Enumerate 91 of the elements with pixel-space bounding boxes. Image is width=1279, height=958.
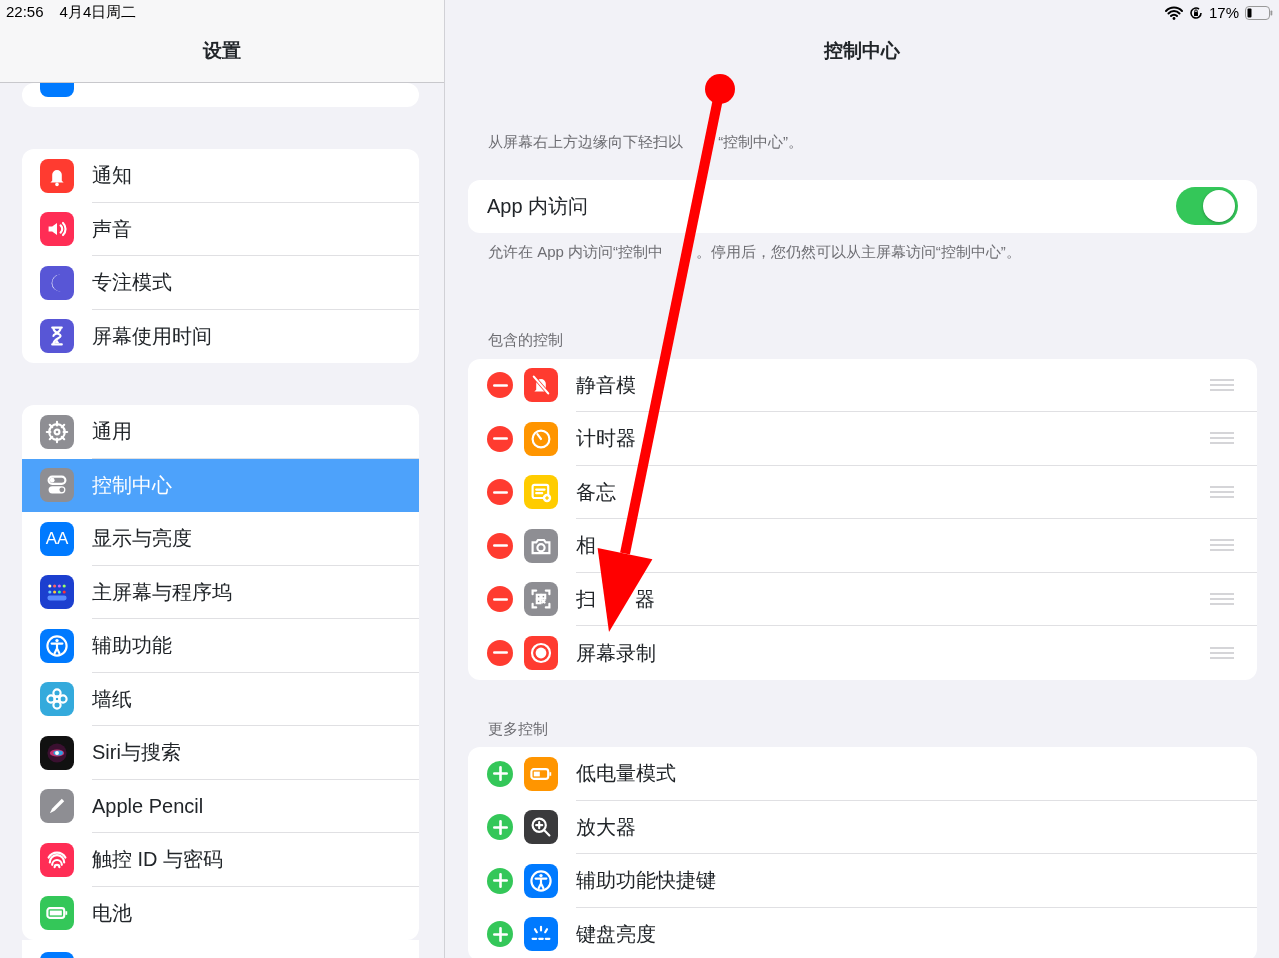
battery-icon — [1245, 6, 1273, 21]
minus-icon — [492, 651, 508, 655]
add-button[interactable] — [487, 867, 513, 894]
remove-button[interactable] — [487, 639, 513, 666]
sidebar-item[interactable]: 电池 — [22, 886, 419, 940]
sidebar-item[interactable]: 触控 ID 与密码 — [22, 833, 419, 887]
setting-label: App 内访问 — [487, 194, 589, 219]
drag-handle[interactable] — [1209, 646, 1235, 659]
control-label: 键盘亮度 — [576, 922, 656, 948]
page-title: 控制中心 — [822, 40, 901, 63]
moon-icon — [40, 265, 74, 300]
sidebar-item[interactable]: 专注模式 — [22, 256, 419, 310]
section-header: 包含的控制 — [487, 330, 564, 350]
drag-handle[interactable] — [1209, 539, 1235, 552]
accessibility-icon — [40, 628, 74, 663]
minus-icon — [492, 437, 508, 441]
sidebar-title: 设置 — [201, 40, 242, 63]
control-label: 备忘 — [576, 479, 616, 505]
qr-code-icon — [524, 582, 558, 617]
footnote-text: 允许在 App 内访问“控制中 — [488, 242, 664, 260]
settings-icon — [40, 414, 74, 449]
minus-icon — [492, 597, 508, 601]
status-date: 4月4日周二 — [59, 2, 137, 22]
sidebar-item[interactable]: 通知 — [22, 149, 419, 203]
display-icon: AA — [40, 521, 74, 556]
battery-icon — [40, 896, 74, 931]
minus-icon — [492, 544, 508, 548]
speaker-icon — [40, 212, 74, 247]
accessibility-icon — [524, 863, 558, 898]
sidebar-item[interactable]: Siri与搜索 — [22, 726, 419, 780]
control-label: 屏幕录制 — [576, 640, 656, 666]
drag-handle[interactable] — [1209, 592, 1235, 605]
status-time: 22:56 — [6, 2, 44, 22]
app-grid-icon — [40, 575, 74, 610]
plus-icon — [492, 819, 508, 835]
rotation-lock-icon — [1188, 6, 1203, 21]
plus-icon — [492, 766, 508, 782]
plus-icon — [492, 873, 508, 889]
control-label: 计时器 — [576, 426, 636, 452]
control-label: 相 — [576, 533, 596, 559]
drag-handle[interactable] — [1209, 432, 1235, 445]
brightness-icon — [524, 917, 558, 952]
pencil-icon — [40, 789, 74, 824]
control-label: 辅助功能快捷键 — [576, 868, 716, 894]
remove-button[interactable] — [487, 425, 513, 452]
toggles-icon — [40, 468, 74, 503]
sidebar-item[interactable]: 主屏幕与程序坞 — [22, 565, 419, 619]
minus-icon — [492, 490, 508, 494]
footnote-text: 。停用后，您仍然可以从主屏幕访问“控制中心”。 — [695, 242, 1021, 260]
remove-button[interactable] — [487, 532, 513, 559]
add-button[interactable] — [487, 921, 513, 948]
bell-slash-icon — [524, 368, 558, 403]
battery-icon — [524, 756, 558, 791]
control-label: 低电量模式 — [576, 761, 676, 787]
remove-button[interactable] — [487, 372, 513, 399]
minus-icon — [492, 383, 508, 387]
wifi-icon — [1164, 6, 1183, 21]
sidebar-item[interactable]: 屏幕使用时间 — [22, 309, 419, 363]
control-label: 器 — [635, 586, 656, 612]
drag-handle[interactable] — [1209, 378, 1235, 391]
sidebar-item[interactable]: 通用 — [22, 405, 419, 459]
fingerprint-icon — [40, 842, 74, 877]
timer-icon — [524, 421, 558, 456]
control-label: 静音模 — [576, 372, 636, 398]
add-button[interactable] — [487, 814, 513, 841]
control-label: 放大器 — [576, 814, 636, 840]
add-button[interactable] — [487, 760, 513, 787]
hint-text: 从屏幕右上方边缘向下轻扫以 — [488, 133, 683, 150]
hint-text: “控制中心”。 — [718, 133, 804, 150]
record-icon — [524, 635, 558, 670]
remove-button[interactable] — [487, 479, 513, 506]
sidebar-item[interactable]: 辅助功能 — [22, 619, 419, 673]
sidebar-item[interactable]: 声音 — [22, 202, 419, 256]
sidebar-item[interactable]: Apple Pencil — [22, 779, 419, 833]
toggle-switch[interactable] — [1176, 187, 1238, 225]
magnifier-icon — [524, 810, 558, 845]
camera-icon — [524, 528, 558, 563]
control-label: 扫 — [576, 586, 596, 612]
sidebar-item[interactable]: 墙纸 — [22, 672, 419, 726]
remove-button[interactable] — [487, 586, 513, 613]
bell-icon — [40, 158, 74, 193]
drag-handle[interactable] — [1209, 485, 1235, 498]
battery-percent: 17% — [1208, 3, 1239, 23]
plus-icon — [492, 926, 508, 942]
section-header: 更多控制 — [487, 718, 549, 739]
orb-icon — [40, 735, 74, 770]
sidebar-item[interactable]: AA 显示与亮度 — [22, 512, 419, 566]
app-icon — [40, 83, 74, 97]
hourglass-icon — [40, 319, 74, 354]
note-icon — [524, 475, 558, 510]
flower-icon — [40, 682, 74, 717]
